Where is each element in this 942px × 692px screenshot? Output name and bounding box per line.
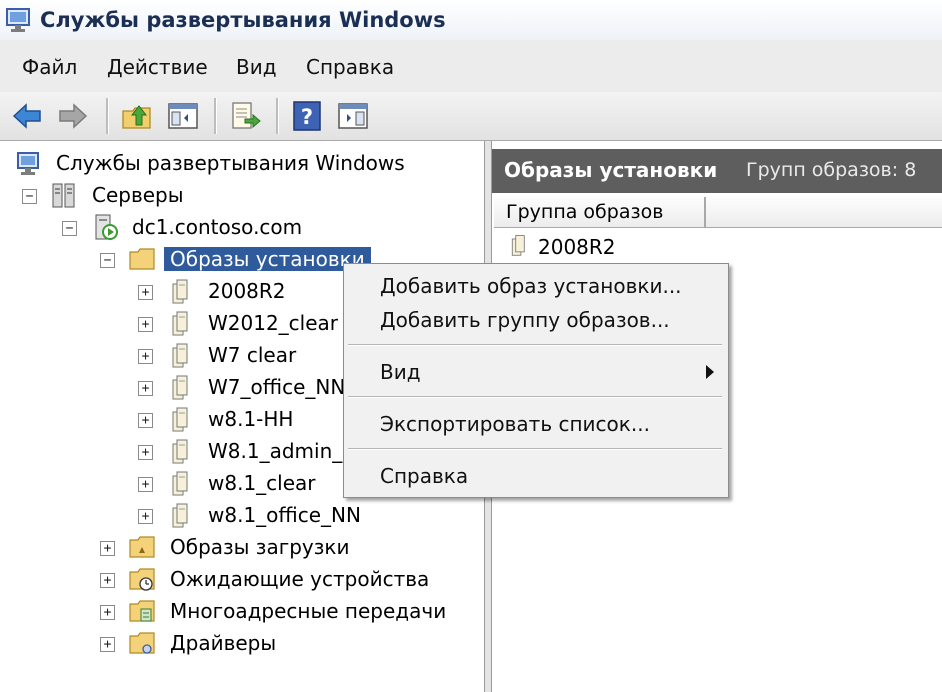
pending-devices-folder-icon	[129, 568, 155, 591]
expand-group-toggle[interactable]: +	[138, 445, 153, 460]
tree-multicast[interactable]: + Многоадресные передачи	[100, 597, 470, 627]
image-group-icon	[172, 343, 188, 368]
group-label: 2008R2	[208, 279, 286, 303]
group-label: w8.1_clear	[208, 471, 316, 495]
wds-app-icon	[6, 8, 30, 32]
image-group-icon	[172, 503, 188, 528]
image-group-icon	[172, 279, 188, 304]
menu-add-image-group[interactable]: Добавить группу образов...	[380, 308, 670, 332]
result-pane-header: Образы установки Групп образов: 8	[492, 149, 942, 193]
back-arrow-icon[interactable]	[10, 99, 44, 133]
image-group-icon	[172, 375, 188, 400]
menu-action[interactable]: Действие	[107, 55, 208, 79]
menu-help-item[interactable]: Справка	[380, 464, 468, 488]
expand-drivers-toggle[interactable]: +	[100, 637, 115, 652]
expand-pending-devices-toggle[interactable]: +	[100, 573, 115, 588]
menu-export-list[interactable]: Экспортировать список...	[380, 412, 650, 436]
image-group-icon	[172, 407, 188, 432]
toolbar: ?	[0, 92, 942, 141]
result-pane-title: Образы установки	[504, 158, 718, 182]
expand-group-toggle[interactable]: +	[138, 285, 153, 300]
servers-icon	[52, 183, 75, 208]
list-item-label: 2008R2	[538, 235, 616, 259]
image-group-icon	[172, 439, 188, 464]
expand-group-toggle[interactable]: +	[138, 477, 153, 492]
multicast-folder-icon	[129, 600, 155, 622]
expand-multicast-toggle[interactable]: +	[100, 605, 115, 620]
group-count: Групп образов: 8	[746, 159, 917, 181]
expand-group-toggle[interactable]: +	[138, 381, 153, 396]
menu-bar: Файл Действие Вид Справка	[0, 40, 942, 93]
expand-boot-images-toggle[interactable]: +	[100, 541, 115, 556]
expand-group-toggle[interactable]: +	[138, 509, 153, 524]
export-list-icon[interactable]	[228, 99, 262, 133]
up-folder-icon[interactable]	[120, 99, 154, 133]
expand-group-toggle[interactable]: +	[138, 413, 153, 428]
context-menu: Добавить образ установки... Добавить гру…	[343, 263, 729, 498]
forward-arrow-icon[interactable]	[56, 99, 90, 133]
servers-label: Серверы	[92, 183, 184, 207]
group-label: W7_office_NN	[208, 375, 346, 399]
image-group-icon	[172, 311, 188, 336]
menu-view[interactable]: Вид	[236, 55, 277, 79]
expand-group-toggle[interactable]: +	[138, 349, 153, 364]
column-header: Группа образов	[494, 197, 942, 228]
show-hide-console-tree-icon[interactable]	[166, 99, 200, 133]
column-image-group[interactable]: Группа образов	[506, 201, 663, 223]
show-hide-action-pane-icon[interactable]	[336, 99, 370, 133]
tree-boot-images[interactable]: + Образы загрузки	[100, 533, 440, 563]
tree-drivers[interactable]: + Драйверы	[100, 629, 400, 659]
group-label: W2012_clear	[208, 311, 339, 335]
expand-group-toggle[interactable]: +	[138, 317, 153, 332]
install-images-label: Образы установки	[164, 247, 371, 271]
menu-help[interactable]: Справка	[306, 55, 394, 79]
collapse-install-images-toggle[interactable]: −	[100, 253, 115, 268]
drivers-folder-icon	[129, 632, 155, 654]
group-label: W8.1_admin_	[208, 439, 343, 463]
tree-group[interactable]: + w8.1_office_NN	[138, 501, 438, 531]
list-item[interactable]: 2008R2	[508, 233, 708, 263]
menu-file[interactable]: Файл	[22, 55, 77, 79]
tree-root-label: Службы развертывания Windows	[56, 151, 405, 175]
collapse-servers-toggle[interactable]: −	[22, 189, 37, 204]
window-title: Службы развертывания Windows	[40, 8, 446, 32]
menu-add-install-image[interactable]: Добавить образ установки...	[380, 274, 682, 298]
title-bar: Службы развертывания Windows	[0, 0, 942, 41]
svg-text:?: ?	[301, 105, 313, 129]
pending-devices-label: Ожидающие устройства	[170, 567, 430, 591]
tree-root[interactable]: Службы развертывания Windows	[16, 149, 476, 179]
group-label: w8.1_office_NN	[208, 503, 361, 527]
tree-pending-devices[interactable]: + Ожидающие устройства	[100, 565, 460, 595]
tree-server-dc1[interactable]: − dc1.contoso.com	[62, 213, 362, 243]
boot-images-label: Образы загрузки	[170, 535, 350, 559]
server-label: dc1.contoso.com	[132, 215, 303, 239]
multicast-label: Многоадресные передачи	[170, 599, 447, 623]
tree-servers[interactable]: − Серверы	[22, 181, 322, 211]
server-icon	[95, 214, 118, 240]
group-label: w8.1-HH	[208, 407, 294, 431]
menu-view-submenu[interactable]: Вид	[380, 360, 421, 384]
image-group-icon	[172, 471, 188, 496]
boot-images-folder-icon	[129, 536, 155, 558]
collapse-server-toggle[interactable]: −	[62, 221, 77, 236]
folder-icon	[129, 248, 155, 270]
wds-root-icon	[17, 152, 39, 175]
image-group-icon	[511, 235, 525, 256]
submenu-arrow-icon	[706, 365, 714, 379]
help-icon[interactable]: ?	[290, 99, 324, 133]
group-label: W7 clear	[208, 343, 297, 367]
drivers-label: Драйверы	[170, 631, 277, 655]
